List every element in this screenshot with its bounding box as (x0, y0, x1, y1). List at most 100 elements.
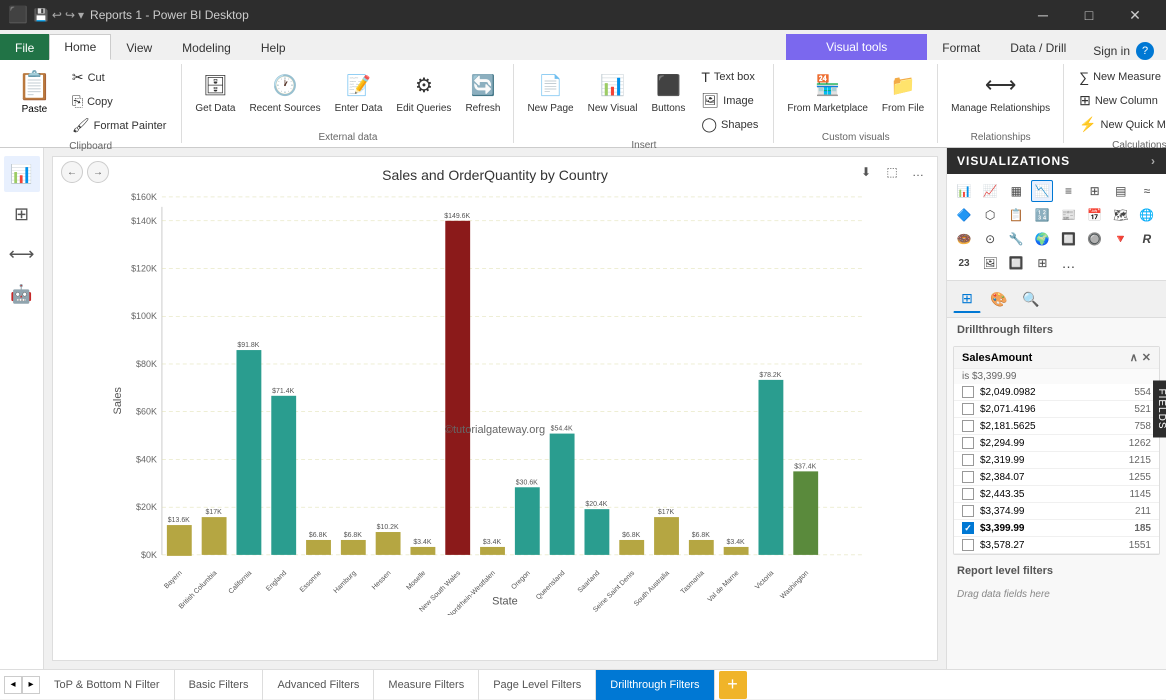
close-button[interactable]: ✕ (1112, 0, 1158, 30)
filter-check-8[interactable] (962, 505, 974, 517)
chart-back-button[interactable]: ← (61, 161, 83, 183)
new-measure-button[interactable]: ∑ New Measure (1072, 66, 1166, 88)
filter-item[interactable]: $2,071.4196 521 (954, 401, 1159, 418)
viz-gauge[interactable]: 📅 (1084, 204, 1106, 226)
new-quick-measure-button[interactable]: ⚡ New Quick Measure (1072, 113, 1166, 136)
filter-check-9[interactable]: ✓ (962, 522, 974, 534)
viz-matrix[interactable]: ⊞ (1084, 180, 1106, 202)
filter-check-10[interactable] (962, 539, 974, 551)
tab-home[interactable]: Home (49, 34, 111, 60)
viz-card[interactable]: 📋 (1005, 204, 1027, 226)
viz-waterfall[interactable]: 🔲 (1058, 228, 1080, 250)
help-icon[interactable]: ? (1136, 42, 1154, 60)
viz-world-map[interactable]: 🌍 (1031, 228, 1053, 250)
minimize-button[interactable]: ─ (1020, 0, 1066, 30)
shapes-button[interactable]: ◯ Shapes (694, 113, 765, 136)
viz-tab-fields[interactable]: ⊞ (953, 285, 981, 313)
viz-number[interactable]: 23 (953, 252, 975, 274)
tab-format[interactable]: Format (927, 34, 995, 60)
image-button[interactable]: 🖼 Image (694, 89, 765, 112)
filter-item[interactable]: $2,294.99 1262 (954, 435, 1159, 452)
viz-stacked-bar[interactable]: ▦ (1005, 180, 1027, 202)
viz-slicer[interactable]: 🔘 (1084, 228, 1106, 250)
filter-item[interactable]: $2,319.99 1215 (954, 452, 1159, 469)
tab-advanced-filters[interactable]: Advanced Filters (263, 670, 374, 700)
filter-check-6[interactable] (962, 471, 974, 483)
viz-bar-chart-2[interactable]: 📈 (979, 180, 1001, 202)
redo-icon[interactable]: ↪ (65, 8, 75, 22)
get-data-button[interactable]: 🗄 Get Data (190, 66, 240, 118)
sidebar-ai-icon[interactable]: 🤖 (4, 276, 40, 312)
filter-check-5[interactable] (962, 454, 974, 466)
tab-measure-filters[interactable]: Measure Filters (374, 670, 479, 700)
filter-item-checked[interactable]: ✓ $3,399.99 185 (954, 520, 1159, 537)
viz-area[interactable]: 🔻 (1110, 228, 1132, 250)
viz-r-visual[interactable]: R (1136, 228, 1158, 250)
viz-grid2[interactable]: ⊞ (1031, 252, 1053, 274)
edit-queries-button[interactable]: ⚙ Edit Queries (391, 66, 456, 118)
tab-help[interactable]: Help (246, 34, 301, 60)
paste-button[interactable]: 📋 Paste (8, 66, 61, 118)
buttons-button[interactable]: ⬛ Buttons (646, 66, 690, 118)
tab-top-bottom-n[interactable]: ToP & Bottom N Filter (40, 670, 175, 700)
viz-ribbon[interactable]: 🔧 (1005, 228, 1027, 250)
tab-page-level-filters[interactable]: Page Level Filters (479, 670, 596, 700)
viz-tab-format[interactable]: 🎨 (985, 285, 1013, 313)
format-painter-button[interactable]: 🖌 Format Painter (65, 114, 174, 137)
viz-shape[interactable]: 🔲 (1005, 252, 1027, 274)
scroll-left-button[interactable]: ◂ (4, 676, 22, 694)
viz-table[interactable]: ≡ (1058, 180, 1080, 202)
viz-bar-chart[interactable]: 📊 (953, 180, 975, 202)
add-tab-button[interactable]: + (719, 671, 747, 699)
signin-button[interactable]: Sign in (1093, 44, 1130, 58)
chart-expand-icon[interactable]: ⬚ (881, 161, 903, 183)
viz-globe[interactable]: 🌐 (1136, 204, 1158, 226)
tab-data-drill[interactable]: Data / Drill (995, 34, 1081, 60)
viz-funnel[interactable]: ⬡ (979, 204, 1001, 226)
viz-tab-analytics[interactable]: 🔍 (1017, 285, 1045, 313)
filter-check-4[interactable] (962, 437, 974, 449)
filter-item[interactable]: $2,181.5625 758 (954, 418, 1159, 435)
sidebar-data-icon[interactable]: ⊞ (4, 196, 40, 232)
filter-item[interactable]: $2,384.07 1255 (954, 469, 1159, 486)
new-page-button[interactable]: 📄 New Page (522, 66, 578, 118)
new-visual-button[interactable]: 📊 New Visual (583, 66, 643, 118)
filter-check-7[interactable] (962, 488, 974, 500)
dropdown-icon[interactable]: ▾ (78, 8, 84, 22)
viz-more[interactable]: … (1058, 252, 1080, 274)
filter-item[interactable]: $2,443.35 1145 (954, 486, 1159, 503)
tab-drillthrough-filters[interactable]: Drillthrough Filters (596, 670, 714, 700)
viz-column-chart[interactable]: 📉 (1031, 180, 1053, 202)
chart-more-icon[interactable]: … (907, 161, 929, 183)
viz-pie[interactable]: ⊙ (979, 228, 1001, 250)
from-file-button[interactable]: 📁 From File (877, 66, 929, 118)
viz-map[interactable]: 🗺 (1110, 204, 1132, 226)
viz-grid[interactable]: ▤ (1110, 180, 1132, 202)
filter-item[interactable]: $3,578.27 1551 (954, 537, 1159, 554)
viz-panel-expand-icon[interactable]: › (1151, 154, 1156, 168)
enter-data-button[interactable]: 📝 Enter Data (330, 66, 388, 118)
tab-file[interactable]: File (0, 34, 49, 60)
fields-tab[interactable]: FIELDS (1153, 380, 1166, 437)
filter-card-collapse-icon[interactable]: ∧ (1130, 351, 1138, 364)
filter-check-1[interactable] (962, 386, 974, 398)
tab-view[interactable]: View (111, 34, 167, 60)
refresh-button[interactable]: 🔄 Refresh (460, 66, 505, 118)
manage-relationships-button[interactable]: ⟷ Manage Relationships (946, 66, 1055, 118)
viz-image[interactable]: 🖼 (979, 252, 1001, 274)
from-marketplace-button[interactable]: 🏪 From Marketplace (782, 66, 873, 118)
filter-card-close-icon[interactable]: ✕ (1142, 351, 1151, 364)
viz-treemap[interactable]: 🔷 (953, 204, 975, 226)
viz-scatter[interactable]: ≈ (1136, 180, 1158, 202)
filter-check-3[interactable] (962, 420, 974, 432)
chart-drill-down-icon[interactable]: ⬇ (855, 161, 877, 183)
viz-kpi[interactable]: 🔢 (1031, 204, 1053, 226)
filter-item[interactable]: $3,374.99 211 (954, 503, 1159, 520)
chart-forward-button[interactable]: → (87, 161, 109, 183)
sidebar-report-icon[interactable]: 📊 (4, 156, 40, 192)
tab-basic-filters[interactable]: Basic Filters (175, 670, 264, 700)
sidebar-model-icon[interactable]: ⟷ (4, 236, 40, 272)
maximize-button[interactable]: □ (1066, 0, 1112, 30)
undo-icon[interactable]: ↩ (52, 8, 62, 22)
scroll-right-button[interactable]: ▸ (22, 676, 40, 694)
